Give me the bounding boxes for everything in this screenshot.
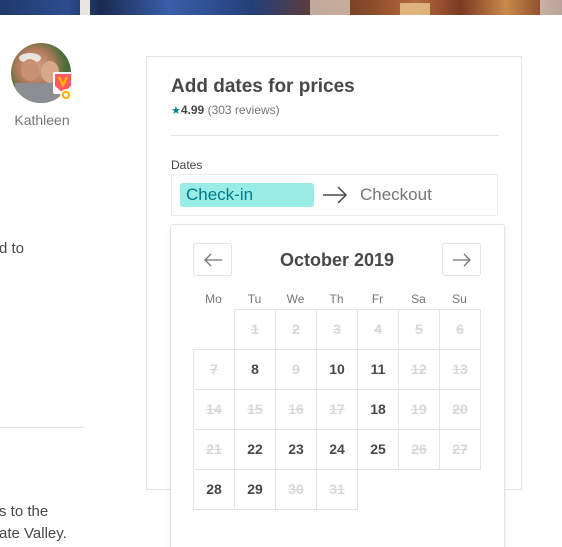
calendar-day-unavailable: 16 — [275, 389, 317, 430]
prev-month-button[interactable] — [193, 243, 232, 276]
calendar-day[interactable]: 10 — [316, 349, 358, 390]
calendar-day-unavailable: 7 — [193, 349, 235, 390]
calendar-day-unavailable: 12 — [398, 349, 440, 390]
calendar-day-unavailable: 9 — [275, 349, 317, 390]
arrow-left-icon — [204, 253, 222, 267]
date-picker-calendar: October 2019 Mo Tu We Th Fr Sa Su 1 2 3 4 5 6 7 8 9 10 1… — [170, 224, 505, 547]
weekday-header: Mo Tu We Th Fr Sa Su — [193, 292, 481, 308]
description-fragment: d to — [0, 240, 25, 257]
calendar-day-unavailable: 19 — [398, 389, 440, 430]
card-divider — [171, 135, 499, 136]
calendar-day-unavailable: 17 — [316, 389, 358, 430]
calendar-day-unavailable: 20 — [439, 389, 481, 430]
weekday-label: Sa — [411, 292, 426, 306]
arrow-right-icon — [323, 186, 348, 204]
next-month-button[interactable] — [442, 243, 481, 276]
calendar-day-unavailable: 14 — [193, 389, 235, 430]
page: Kathleen d to s to the ate Valley. Add d… — [0, 0, 562, 547]
description-fragment: s to the — [0, 503, 49, 520]
host-name: Kathleen — [14, 112, 70, 128]
calendar-day-unavailable: 1 — [234, 309, 276, 350]
calendar-day[interactable]: 11 — [357, 349, 399, 390]
description-fragment: ate Valley. — [0, 525, 67, 542]
dates-field: Check-in Checkout — [171, 174, 498, 216]
calendar-day-unavailable: 2 — [275, 309, 317, 350]
checkin-input[interactable]: Check-in — [180, 183, 314, 207]
calendar-day-unavailable: 4 — [357, 309, 399, 350]
calendar-grid: 1 2 3 4 5 6 7 8 9 10 11 12 13 14 15 16 17 18 19 20 21 22 23 24 2… — [193, 309, 481, 514]
calendar-day[interactable]: 24 — [316, 429, 358, 470]
calendar-day-unavailable: 30 — [275, 469, 317, 510]
dates-label: Dates — [171, 158, 203, 172]
calendar-day-unavailable: 26 — [398, 429, 440, 470]
calendar-day[interactable]: 8 — [234, 349, 276, 390]
section-divider — [0, 427, 84, 428]
calendar-day-unavailable: 5 — [398, 309, 440, 350]
superhost-badge-icon — [53, 72, 73, 101]
calendar-day[interactable]: 22 — [234, 429, 276, 470]
star-icon: ★ — [171, 105, 181, 117]
weekday-label: Mo — [205, 292, 222, 306]
calendar-day[interactable]: 23 — [275, 429, 317, 470]
calendar-day[interactable]: 25 — [357, 429, 399, 470]
listing-photo-strip[interactable] — [0, 0, 562, 15]
calendar-day-unavailable: 27 — [439, 429, 481, 470]
month-title: October 2019 — [279, 250, 395, 270]
calendar-day-unavailable: 21 — [193, 429, 235, 470]
rating-summary[interactable]: ★4.99 (303 reviews) — [171, 103, 280, 117]
calendar-day-unavailable: 31 — [316, 469, 358, 510]
checkout-input[interactable]: Checkout — [360, 183, 432, 207]
calendar-day[interactable]: 18 — [357, 389, 399, 430]
calendar-day-unavailable: 15 — [234, 389, 276, 430]
weekday-label: Th — [329, 292, 344, 306]
weekday-label: Fr — [371, 292, 384, 306]
calendar-day[interactable]: 28 — [193, 469, 235, 510]
arrow-right-icon — [453, 253, 471, 267]
calendar-day[interactable]: 29 — [234, 469, 276, 510]
rating-value: 4.99 — [180, 103, 205, 117]
calendar-day-unavailable: 13 — [439, 349, 481, 390]
calendar-day-unavailable: 3 — [316, 309, 358, 350]
calendar-day-unavailable: 6 — [439, 309, 481, 350]
weekday-label: We — [286, 292, 305, 306]
weekday-label: Tu — [247, 292, 262, 306]
review-count[interactable]: (303 reviews) — [208, 103, 280, 117]
weekday-label: Su — [452, 292, 467, 306]
booking-title: Add dates for prices — [171, 76, 355, 97]
